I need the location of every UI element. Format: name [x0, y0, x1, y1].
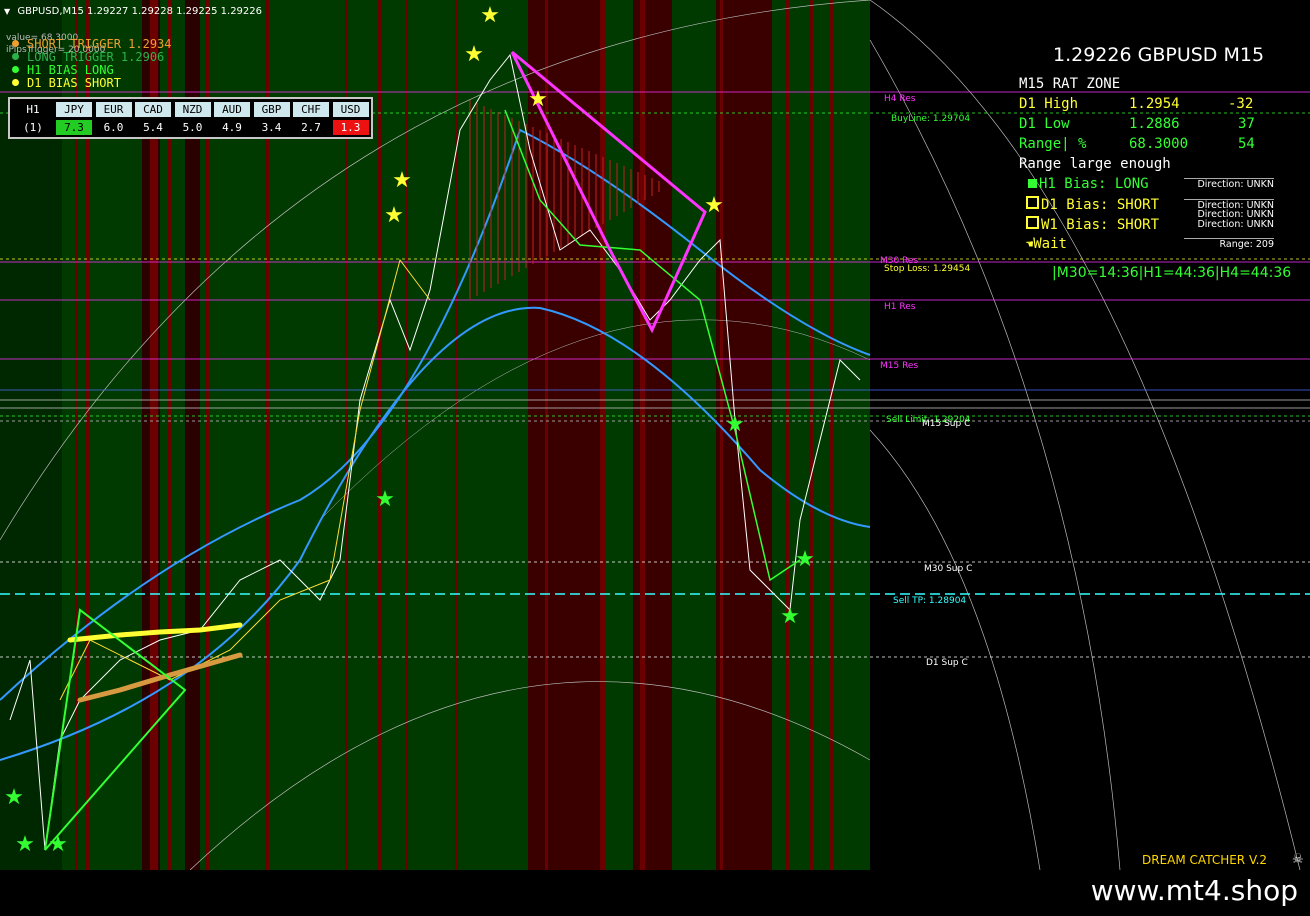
level-label-sell-tp: Sell TP: 1.28904 [893, 596, 967, 606]
star-marker-icon: ★ [48, 832, 68, 857]
d1-high-delta: -32 [1228, 96, 1254, 112]
star-marker-icon: ★ [480, 3, 500, 28]
strength-header-jpy: JPY [56, 102, 92, 117]
skull-icon: ☠ [1292, 852, 1304, 867]
zone-title: M15 RAT ZONE [1019, 76, 1121, 92]
legend-long-trigger: LONG TRIGGER 1.2906 [12, 50, 164, 64]
strength-value-nzd: 5.0 [182, 121, 203, 134]
strength-header-cad: CAD [135, 102, 171, 117]
strength-header-eur: EUR [95, 102, 132, 117]
star-marker-icon: ★ [384, 203, 404, 228]
level-label-buyline: BuyLine: 1.29704 [891, 114, 971, 124]
strength-value-aud: 4.9 [222, 121, 242, 134]
strength-value-cad: 5.4 [143, 121, 163, 134]
strength-timeframe: H1 [26, 103, 40, 116]
indicator-name: DREAM CATCHER V.2 [1142, 853, 1268, 867]
legend-dot-icon [12, 40, 19, 47]
price-line [9, 53, 861, 851]
direction-box-1: Direction: UNKN [1184, 178, 1274, 190]
d1-low-value: 1.2886 [1129, 116, 1180, 132]
star-marker-icon: ★ [375, 487, 395, 512]
d1-high-label: D1 High [1019, 96, 1079, 112]
d1-bias-status: D1 Bias: SHORT [1026, 196, 1159, 213]
legend-dot-icon [12, 66, 19, 73]
range-note: Range large enough [1019, 156, 1171, 172]
trigger-line-long [67, 622, 243, 643]
level-label-m15-sup: M15 Sup C [922, 419, 971, 429]
strength-value-gbp: 3.4 [261, 121, 282, 134]
wait-status: ☚Wait [1026, 236, 1067, 252]
dropdown-arrow-icon[interactable]: ▼ [4, 7, 10, 16]
level-label-h1-res: H1 Res [884, 302, 916, 312]
zigzag-green [44, 608, 187, 851]
w1-bias-status: W1 Bias: SHORT [1026, 216, 1159, 233]
strength-value-chf: 2.7 [301, 121, 321, 134]
direction-box-4: Direction: UNKN [1197, 219, 1274, 230]
strength-value-eur: 6.0 [103, 121, 124, 134]
moving-average-slow [0, 306, 871, 761]
star-marker-icon: ★ [795, 547, 815, 572]
hollow-square-icon [1026, 196, 1039, 209]
level-label-d1-sup: D1 Sup C [926, 658, 968, 668]
legend-dot-icon [12, 53, 19, 60]
level-label-h4-res: H4 Res [884, 94, 916, 104]
star-marker-icon: ★ [392, 168, 412, 193]
strength-header-chf: CHF [293, 102, 329, 117]
level-label-m15-res: M15 Res [880, 361, 919, 371]
strength-value-usd: 1.3 [332, 120, 369, 135]
range-delta: 54 [1238, 136, 1255, 152]
legend-short-trigger: SHORT TRIGGER 1.2934 [12, 37, 172, 51]
legend-h1-bias: H1 BIAS LONG [12, 63, 114, 77]
legend-dot-icon [12, 79, 19, 86]
star-marker-icon: ★ [15, 832, 35, 857]
strength-row-label: (1) [23, 121, 43, 134]
star-marker-icon: ★ [528, 87, 548, 112]
star-marker-icon: ★ [4, 785, 24, 810]
price-title: 1.29226 GBPUSD M15 [1053, 44, 1265, 66]
legend-d1-bias: D1 BIAS SHORT [12, 76, 121, 90]
star-marker-icon: ★ [780, 604, 800, 629]
trigger-line-short [77, 652, 243, 703]
star-marker-icon: ★ [725, 412, 745, 437]
window-title: ▼ GBPUSD,M15 1.29227 1.29228 1.29225 1.2… [4, 6, 263, 17]
h1-bias-status: H1 Bias: LONG [1028, 176, 1149, 192]
star-marker-icon: ★ [464, 42, 484, 67]
session-timers: |M30=14:36|H1=44:36|H4=44:36 [1052, 265, 1292, 281]
d1-high-value: 1.2954 [1129, 96, 1180, 112]
range-value: 68.3000 [1129, 136, 1189, 152]
d1-low-delta: 37 [1238, 116, 1255, 132]
strength-header-usd: USD [332, 102, 369, 117]
range-box: Range: 209 [1184, 238, 1274, 250]
strength-header-gbp: GBP [253, 102, 290, 117]
star-marker-icon: ★ [704, 193, 724, 218]
hollow-square-icon [1026, 216, 1039, 229]
level-label-stop-loss: Stop Loss: 1.29454 [884, 264, 971, 274]
website-url[interactable]: www.mt4.shop [1091, 874, 1298, 907]
range-label: Range| % [1019, 136, 1087, 152]
currency-strength-table: H1 (1) JPY 7.3 EUR 6.0 CAD 5.4 NZD 5.0 AUD 4.9 GBP… [8, 97, 373, 139]
chart-area[interactable]: ★ ★ ★ ★ ★ ★ ★ ★ ★ ★ ★ ★ ★ ▼ GBPUSD,M15 1.29227 1.292… [0, 0, 1310, 870]
strength-header-aud: AUD [214, 102, 250, 117]
filled-square-icon [1028, 179, 1037, 188]
level-label-m30-sup: M30 Sup C [924, 564, 973, 574]
strength-header-nzd: NZD [174, 102, 211, 117]
strength-value-jpy: 7.3 [56, 120, 92, 135]
d1-low-label: D1 Low [1019, 116, 1070, 132]
